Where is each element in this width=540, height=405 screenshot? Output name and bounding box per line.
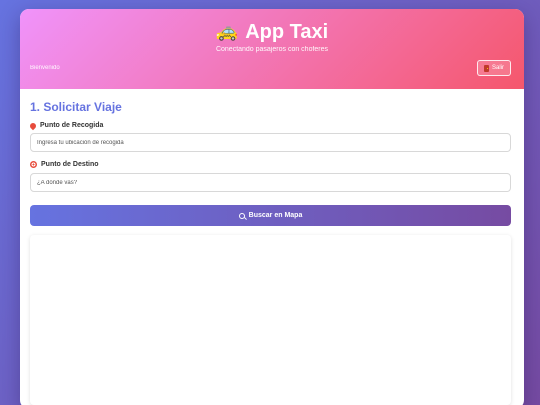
app-header: 🚕 App Taxi Conectando pasajeros con chof… [20,9,524,89]
destination-input[interactable] [30,173,511,192]
map-container[interactable] [30,235,511,405]
destination-label: Punto de Destino [30,161,99,168]
pickup-label-text: Punto de Recogida [40,122,104,129]
taxi-icon: 🚕 [215,21,239,42]
destination-label-text: Punto de Destino [41,161,99,168]
title-row: 🚕 App Taxi [20,20,524,44]
pickup-label: Punto de Recogida [28,121,104,130]
welcome-text: Bienvenido [30,65,60,71]
pin-icon [28,121,38,130]
app-subtitle: Conectando pasajeros con choferes [215,46,329,53]
app-title: App Taxi [245,21,329,43]
door-icon [483,64,489,72]
app-card: 🚕 App Taxi Conectando pasajeros con chof… [20,9,524,405]
logout-label: Salir [491,65,504,71]
search-map-button[interactable]: Buscar en Mapa [30,205,511,226]
target-icon [30,161,37,168]
section-title: 1. Solicitar Viaje [30,100,122,114]
pickup-input[interactable] [30,133,511,152]
logout-button[interactable]: Salir [476,60,511,76]
search-map-label: Buscar en Mapa [248,212,303,219]
search-icon [238,212,245,219]
